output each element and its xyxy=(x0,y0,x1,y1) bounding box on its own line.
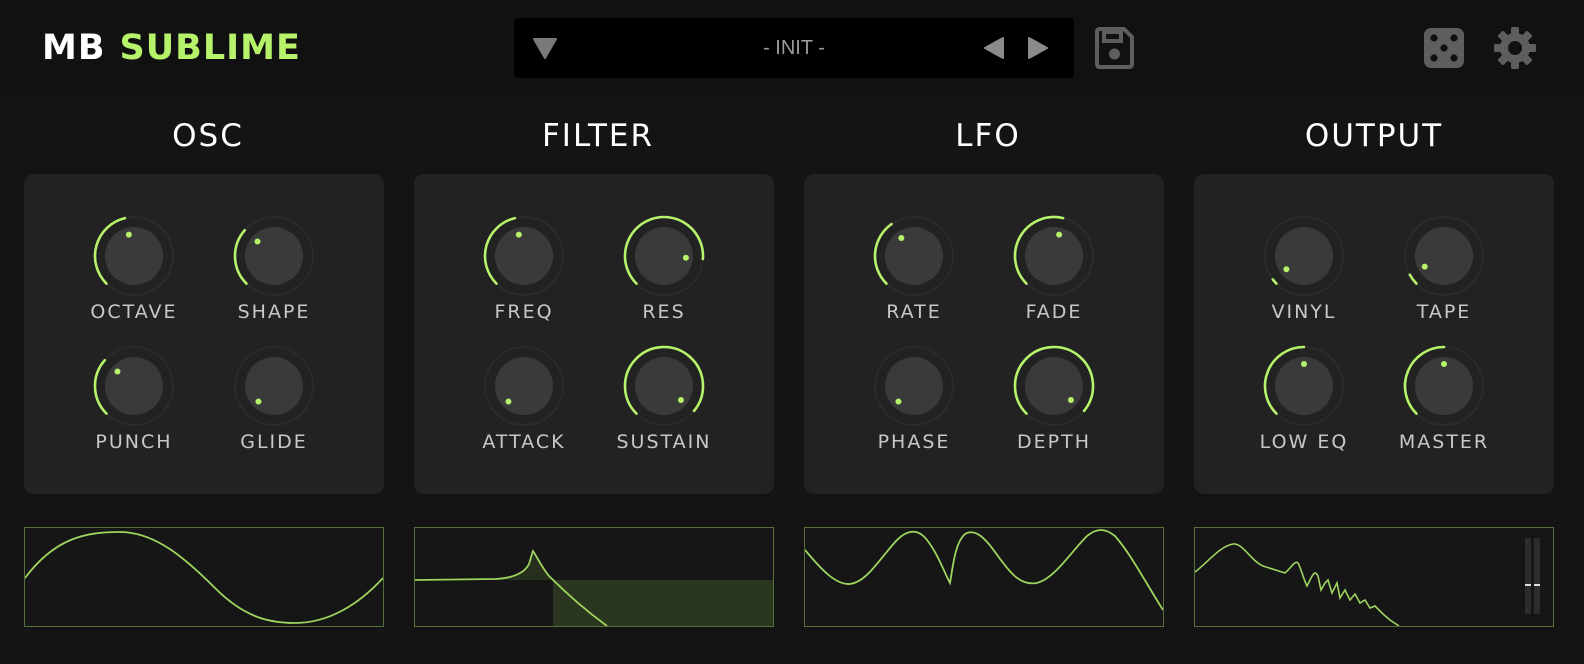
knob-indicator-dot xyxy=(1283,266,1290,273)
knob-body xyxy=(885,227,943,285)
knob-indicator-dot xyxy=(898,235,905,241)
knob-indicator-dot xyxy=(125,231,132,238)
knob-indicator-dot xyxy=(1301,361,1307,367)
logo-part-1: MB xyxy=(42,28,106,68)
knob-indicator-dot xyxy=(1421,263,1428,270)
knob-value-arc xyxy=(93,358,108,415)
sustain-label: SUSTAIN xyxy=(616,431,712,453)
lfo-waveform xyxy=(805,529,1163,611)
logo-part-2: SUBLIME xyxy=(119,28,301,68)
sustain-knob[interactable] xyxy=(622,344,706,428)
section-title-lfo: LFO xyxy=(955,118,1021,154)
knob-indicator-dot xyxy=(254,238,261,245)
knob-indicator-dot xyxy=(255,398,262,405)
punch-knob[interactable] xyxy=(92,344,176,428)
knob-body xyxy=(1025,357,1083,415)
tape-label: TAPE xyxy=(1416,301,1472,323)
phase-label: PHASE xyxy=(877,431,951,453)
octave-label: OCTAVE xyxy=(90,301,178,323)
output-spectrum-display xyxy=(1194,527,1554,627)
attack-label: ATTACK xyxy=(482,431,566,453)
filter-response-display xyxy=(414,527,774,627)
knob-indicator-dot xyxy=(895,398,902,405)
rate-label: RATE xyxy=(886,301,942,323)
phase-knob[interactable] xyxy=(872,344,956,428)
knob-indicator-dot xyxy=(1441,361,1447,367)
knob-value-arc xyxy=(1408,273,1418,285)
knob-body xyxy=(885,357,943,415)
punch-label: PUNCH xyxy=(95,431,173,453)
knob-body xyxy=(635,357,693,415)
level-meter-right xyxy=(1534,538,1540,614)
knob-indicator-dot xyxy=(677,397,684,404)
knob-body xyxy=(1025,227,1083,285)
knob-body xyxy=(1275,227,1333,285)
prev-arrow-icon[interactable] xyxy=(982,36,1006,60)
knob-indicator-dot xyxy=(515,231,522,238)
glide-knob[interactable] xyxy=(232,344,316,428)
master-knob[interactable] xyxy=(1402,344,1486,428)
shape-label: SHAPE xyxy=(237,301,311,323)
preset-selector[interactable]: - INIT - xyxy=(514,18,1074,78)
section-title-output: OUTPUT xyxy=(1304,118,1444,154)
next-arrow-icon[interactable] xyxy=(1026,36,1050,60)
knob-body xyxy=(1415,227,1473,285)
fade-knob[interactable] xyxy=(1012,214,1096,298)
res-label: RES xyxy=(642,301,686,323)
dropdown-triangle-icon[interactable] xyxy=(532,36,558,60)
vinyl-knob[interactable] xyxy=(1262,214,1346,298)
knob-indicator-dot xyxy=(1056,231,1063,238)
knob-indicator-dot xyxy=(1067,397,1074,404)
master-label: MASTER xyxy=(1398,431,1490,453)
level-meter-left xyxy=(1525,538,1531,614)
octave-knob[interactable] xyxy=(92,214,176,298)
attack-knob[interactable] xyxy=(482,344,566,428)
knob-body xyxy=(105,227,163,285)
shape-knob[interactable] xyxy=(232,214,316,298)
osc-waveform-display xyxy=(24,527,384,627)
knob-indicator-dot xyxy=(114,368,121,375)
fade-label: FADE xyxy=(1025,301,1083,323)
filter-range-fill xyxy=(529,580,773,626)
knob-value-arc xyxy=(1271,278,1278,285)
freq-label: FREQ xyxy=(494,301,554,323)
knob-indicator-dot xyxy=(505,398,512,405)
lfo-waveform-display xyxy=(804,527,1164,627)
vinyl-label: VINYL xyxy=(1271,301,1337,323)
knob-body xyxy=(105,357,163,415)
knob-body xyxy=(245,227,303,285)
preset-name[interactable]: - INIT - xyxy=(674,18,914,78)
knob-body xyxy=(245,357,303,415)
depth-knob[interactable] xyxy=(1012,344,1096,428)
tape-knob[interactable] xyxy=(1402,214,1486,298)
low-eq-knob[interactable] xyxy=(1262,344,1346,428)
section-title-filter: FILTER xyxy=(541,118,655,154)
dice-icon[interactable] xyxy=(1423,27,1465,69)
rate-knob[interactable] xyxy=(872,214,956,298)
depth-label: DEPTH xyxy=(1017,431,1091,453)
output-spectrum xyxy=(1195,543,1400,626)
freq-knob[interactable] xyxy=(482,214,566,298)
logo: MB SUBLIME xyxy=(42,28,301,68)
knob-body xyxy=(495,227,553,285)
knob-indicator-dot xyxy=(682,254,689,261)
res-knob[interactable] xyxy=(622,214,706,298)
osc-waveform xyxy=(25,531,383,624)
low-eq-label: LOW EQ xyxy=(1259,431,1349,453)
gear-icon[interactable] xyxy=(1492,25,1538,71)
save-icon[interactable] xyxy=(1093,26,1135,70)
knob-value-arc xyxy=(233,228,248,285)
section-title-osc: OSC xyxy=(172,118,244,154)
glide-label: GLIDE xyxy=(240,431,308,453)
knob-body xyxy=(495,357,553,415)
